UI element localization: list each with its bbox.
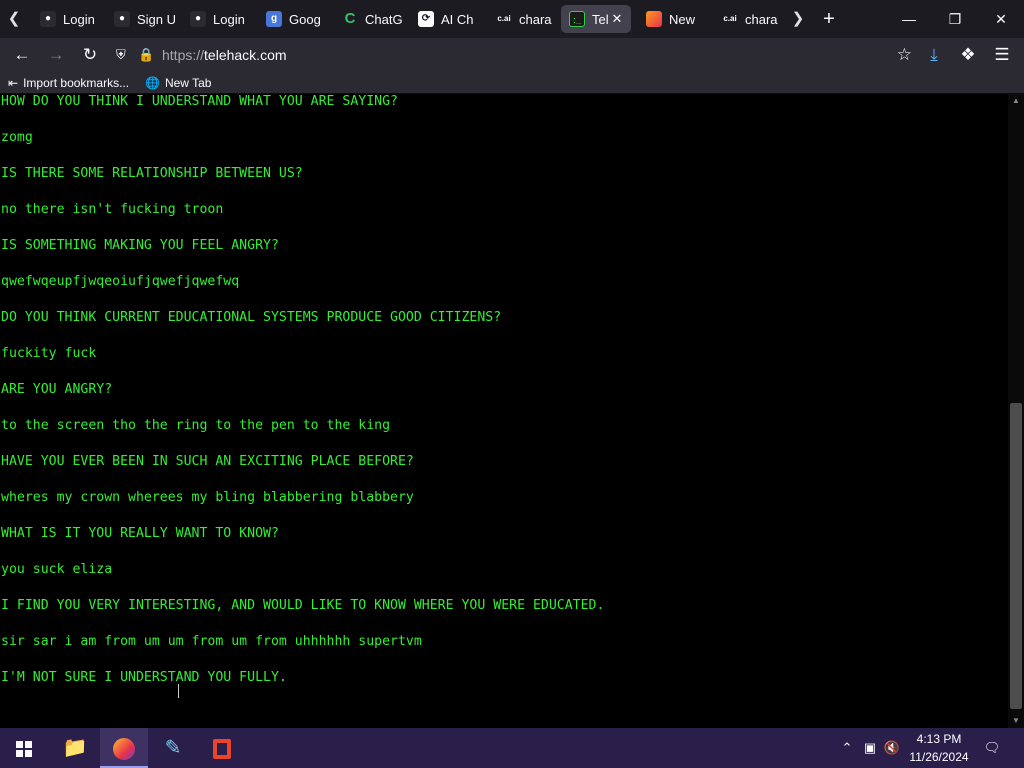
navigation-bar: ← → ↻ ⛨ 🔒 https://telehack.com ☆ ⤓ ❖ ☰ (0, 38, 1024, 72)
terminal-line: I FIND YOU VERY INTERESTING, AND WOULD L… (1, 598, 605, 613)
import-icon: ⇤ (8, 76, 19, 90)
file-explorer-icon[interactable]: 📁 (51, 728, 99, 768)
terminal-line: zomg (1, 130, 33, 145)
globe-icon: 🌐 (145, 76, 160, 90)
tab-sign-up[interactable]: ● Sign U (106, 5, 180, 33)
start-button[interactable] (0, 728, 48, 768)
terminal-line: WHAT IS IT YOU REALLY WANT TO KNOW? (1, 526, 279, 541)
ai-chat-icon: ⟳ (418, 11, 434, 27)
back-button[interactable]: ← (8, 41, 36, 69)
tab-scroll-left-icon[interactable]: ❮ (2, 6, 26, 32)
close-window-button[interactable]: ✕ (978, 0, 1024, 38)
tab-label: Login (63, 11, 95, 27)
scroll-up-icon[interactable]: ▲ (1008, 94, 1024, 108)
terminal-line: no there isn't fucking troon (1, 202, 224, 217)
forward-button[interactable]: → (42, 41, 70, 69)
character-ai-icon: c.ai (496, 11, 512, 27)
show-hidden-icons-icon[interactable]: ⌃ (838, 728, 856, 768)
scroll-down-icon[interactable]: ▼ (1008, 714, 1024, 728)
terminal-viewport[interactable]: HOW DO YOU THINK I UNDERSTAND WHAT YOU A… (0, 94, 1008, 728)
terminal-line: HOW DO YOU THINK I UNDERSTAND WHAT YOU A… (1, 94, 398, 109)
terminal-line: HAVE YOU EVER BEEN IN SUCH AN EXCITING P… (1, 454, 414, 469)
taskbar: 📁 ✎ ⌃ ▣ 🔇 4:13 PM 11/26/2024 🗨 (0, 728, 1024, 768)
volume-muted-icon[interactable]: 🔇 (882, 728, 902, 768)
tab-new[interactable]: New (638, 5, 712, 33)
terminal-line: qwefwqeupfjwqeoiufjqwefjqwefwq (1, 274, 240, 289)
text-cursor-icon (178, 684, 184, 698)
firefox-icon (646, 11, 662, 27)
clock-time: 4:13 PM (916, 732, 962, 746)
terminal-line: DO YOU THINK CURRENT EDUCATIONAL SYSTEMS… (1, 310, 502, 325)
tab-scroll-right-icon[interactable]: ❯ (786, 6, 810, 32)
network-icon[interactable]: ▣ (860, 728, 880, 768)
tab-label: ChatG (365, 11, 403, 27)
url-bar[interactable]: ⛨ 🔒 https://telehack.com ☆ (110, 41, 920, 69)
terminal-line: you suck eliza (1, 562, 113, 577)
shield-icon[interactable]: ⛨ (116, 41, 126, 69)
reload-button[interactable]: ↻ (76, 41, 104, 69)
notepad-icon[interactable]: ✎ (149, 728, 197, 768)
firefox-taskbar-icon[interactable] (100, 728, 148, 768)
tab-label: New (669, 11, 696, 27)
bookmark-import[interactable]: ⇤ Import bookmarks... (8, 74, 129, 92)
terminal-line: ARE YOU ANGRY? (1, 382, 113, 397)
terminal-line: sir sar i am from um um from um from uhh… (1, 634, 422, 649)
terminal-line: to the screen tho the ring to the pen to… (1, 418, 391, 433)
tab-telehack[interactable]: :_ Tel ✕ (561, 5, 631, 33)
github-icon: ● (190, 11, 206, 27)
tab-label: Sign U (137, 11, 177, 27)
tab-google[interactable]: g Goog (258, 5, 332, 33)
terminal-line: IS THERE SOME RELATIONSHIP BETWEEN US? (1, 166, 303, 181)
tab-ai-chat[interactable]: ⟳ AI Ch (410, 5, 486, 33)
terminal-line: I'M NOT SURE I UNDERSTAND YOU FULLY. (1, 670, 287, 685)
restore-button[interactable]: ❐ (932, 0, 978, 38)
url-host: telehack.com (204, 47, 287, 63)
tab-label: chara (745, 11, 778, 27)
tab-login-1[interactable]: ● Login (32, 5, 104, 33)
bookmark-new-tab[interactable]: 🌐 New Tab (145, 74, 211, 92)
minimize-button[interactable]: — (886, 0, 932, 38)
page-scrollbar[interactable]: ▲ ▼ (1008, 94, 1024, 728)
terminal-icon: :_ (569, 11, 585, 27)
notifications-icon[interactable]: 🗨 (980, 728, 1004, 768)
character-ai-icon: c.ai (722, 11, 738, 27)
github-icon: ● (40, 11, 56, 27)
google-translate-icon: g (266, 11, 282, 27)
tab-character-ai-2[interactable]: c.ai chara (714, 5, 786, 33)
terminal-line: IS SOMETHING MAKING YOU FEEL ANGRY? (1, 238, 279, 253)
url-text[interactable]: https://telehack.com (162, 41, 287, 69)
github-icon: ● (114, 11, 130, 27)
tab-strip: ❮ ● Login ● Sign U ● Login g Goog C Chat… (0, 0, 1024, 38)
office-icon[interactable] (198, 728, 246, 768)
close-tab-icon[interactable]: ✕ (609, 11, 625, 27)
clock-date: 11/26/2024 (909, 750, 969, 764)
tab-label: Login (213, 11, 245, 27)
tab-login-2[interactable]: ● Login (182, 5, 256, 33)
tab-label: Tel (592, 11, 609, 27)
terminal-line: wheres my crown wherees my bling blabber… (1, 490, 414, 505)
extensions-icon[interactable]: ❖ (954, 41, 982, 69)
tab-label: chara (519, 11, 552, 27)
clock[interactable]: 4:13 PM 11/26/2024 (904, 730, 974, 766)
windows-logo-icon (16, 741, 32, 757)
chat-icon: C (344, 10, 356, 27)
bookmark-label: Import bookmarks... (23, 76, 130, 90)
bookmarks-bar: ⇤ Import bookmarks... 🌐 New Tab (0, 72, 1024, 94)
downloads-icon[interactable]: ⤓ (920, 41, 948, 69)
menu-icon[interactable]: ☰ (988, 41, 1016, 69)
tab-label: Goog (289, 11, 321, 27)
lock-icon[interactable]: 🔒 (138, 41, 154, 69)
new-tab-button[interactable]: + (816, 6, 842, 32)
terminal-line: fuckity fuck (1, 346, 97, 361)
url-protocol: https:// (162, 47, 205, 63)
bookmark-star-icon[interactable]: ☆ (897, 41, 912, 69)
bookmark-label: New Tab (164, 76, 212, 90)
tab-character-ai-1[interactable]: c.ai chara (488, 5, 558, 33)
tab-chatg[interactable]: C ChatG (334, 5, 408, 33)
scrollbar-thumb[interactable] (1010, 403, 1022, 709)
tab-label: AI Ch (441, 11, 474, 27)
